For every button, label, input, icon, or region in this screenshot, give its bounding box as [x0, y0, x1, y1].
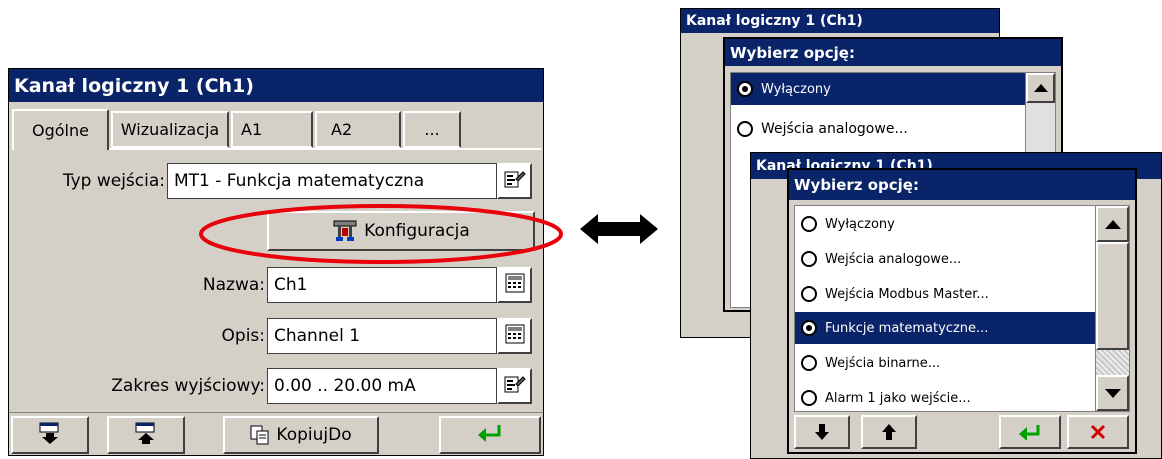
radio-unselected-icon [801, 355, 817, 371]
front-down-button[interactable] [794, 415, 850, 449]
back-dialog-title-bar: Wybierz opcję: [725, 39, 1061, 66]
calculator-icon [505, 273, 525, 297]
output-range-field[interactable]: 0.00 .. 20.00 mA [267, 368, 497, 404]
triangle-up-icon [1033, 84, 1048, 92]
tab-visualization-label: Wizualizacja [120, 120, 220, 139]
window-title: Kanał logiczny 1 (Ch1) [14, 74, 254, 97]
radio-unselected-icon [801, 251, 817, 267]
input-type-field[interactable]: MT1 - Funkcja matematyczna [167, 163, 497, 199]
tab-more[interactable]: ... [403, 111, 461, 148]
triangle-down-icon [1104, 388, 1121, 398]
description-field[interactable]: Channel 1 [267, 318, 497, 354]
radio-unselected-icon [801, 216, 817, 232]
copy-to-button[interactable]: KopiujDo [223, 416, 379, 454]
window-up-icon [134, 421, 158, 449]
output-range-label: Zakres wyjściowy: [111, 376, 265, 396]
tab-a1-label: A1 [241, 120, 263, 139]
back-parent-title: Kanał logiczny 1 (Ch1) [686, 13, 863, 29]
name-value: Ch1 [274, 275, 308, 295]
back-option-off[interactable]: Wyłączony [731, 73, 1025, 105]
radio-selected-icon [801, 320, 817, 336]
front-scroll-up-button[interactable] [1096, 206, 1129, 242]
calculator-icon [505, 324, 525, 348]
tab-a2-label: A2 [331, 120, 353, 139]
enter-icon [476, 423, 504, 447]
front-option-analog-inputs[interactable]: Wejścia analogowe... [795, 243, 1095, 275]
front-option-math-functions[interactable]: Funkcje matematyczne... [795, 312, 1095, 344]
tab-a1[interactable]: A1 [231, 111, 313, 148]
front-dialog-title-bar: Wybierz opcję: [789, 170, 1135, 200]
radio-unselected-icon [737, 121, 753, 137]
input-type-properties-button[interactable] [497, 163, 532, 199]
triangle-up-icon [1104, 219, 1121, 229]
back-parent-title-bar: Kanał logiczny 1 (Ch1) [681, 9, 999, 33]
back-scroll-up-button[interactable] [1026, 73, 1055, 103]
front-option-alarm1-input-label: Alarm 1 jako wejście... [825, 390, 971, 406]
back-option-analog-inputs-label: Wejścia analogowe... [761, 121, 908, 137]
bottom-toolbar: KopiujDo [9, 412, 543, 455]
description-keyboard-button[interactable] [497, 318, 532, 354]
front-scrollbar[interactable] [1095, 206, 1129, 411]
radio-unselected-icon [801, 390, 817, 406]
front-option-analog-inputs-label: Wejścia analogowe... [825, 251, 962, 267]
input-type-value: MT1 - Funkcja matematyczna [174, 171, 425, 191]
properties-icon [504, 169, 526, 193]
front-option-off-label: Wyłączony [825, 216, 895, 232]
tab-a2[interactable]: A2 [315, 111, 401, 148]
arrow-up-icon [882, 424, 896, 440]
front-option-binary-inputs[interactable]: Wejścia binarne... [795, 347, 1095, 379]
front-cancel-button[interactable] [1067, 415, 1129, 449]
name-field[interactable]: Ch1 [267, 267, 497, 303]
front-up-button[interactable] [861, 415, 917, 449]
highlight-ellipse [199, 204, 563, 264]
front-scroll-thumb[interactable] [1096, 242, 1129, 350]
front-option-math-functions-label: Funkcje matematyczne... [825, 320, 989, 336]
radio-unselected-icon [801, 286, 817, 302]
move-down-button[interactable] [11, 416, 89, 454]
properties-icon [504, 374, 526, 398]
name-label: Nazwa: [202, 275, 265, 295]
tab-general[interactable]: Ogólne [12, 109, 109, 150]
tab-general-label: Ogólne [32, 121, 89, 140]
front-option-modbus-master[interactable]: Wejścia Modbus Master... [795, 278, 1095, 310]
arrow-down-icon [815, 424, 829, 440]
front-scroll-down-button[interactable] [1096, 375, 1129, 411]
radio-selected-icon [737, 81, 753, 97]
enter-icon [1018, 424, 1042, 440]
move-up-button[interactable] [107, 416, 185, 454]
front-dialog-title: Wybierz opcję: [794, 176, 919, 194]
copy-icon [250, 425, 270, 445]
front-option-alarm1-input[interactable]: Alarm 1 jako wejście... [795, 382, 1095, 411]
description-value: Channel 1 [274, 326, 361, 346]
back-dialog-title: Wybierz opcję: [730, 43, 855, 62]
front-option-modbus-master-label: Wejścia Modbus Master... [825, 286, 989, 302]
tab-strip-line [109, 148, 541, 150]
tab-visualization[interactable]: Wizualizacja [111, 111, 229, 148]
input-type-label: Typ wejścia: [62, 171, 165, 191]
double-arrow-icon [580, 214, 658, 244]
output-range-value: 0.00 .. 20.00 mA [274, 376, 416, 396]
front-option-list: Wyłączony Wejścia analogowe... Wejścia M… [794, 205, 1130, 412]
window-down-icon [38, 421, 62, 449]
front-option-off[interactable]: Wyłączony [795, 208, 1095, 240]
tab-more-label: ... [424, 120, 440, 139]
output-range-properties-button[interactable] [497, 368, 532, 404]
window-title-bar: Kanał logiczny 1 (Ch1) [9, 69, 543, 102]
back-option-analog-inputs[interactable]: Wejścia analogowe... [731, 113, 1025, 145]
front-option-binary-inputs-label: Wejścia binarne... [825, 355, 941, 371]
front-option-dialog: Wybierz opcję: Wyłączony Wejścia analogo… [787, 168, 1137, 454]
name-keyboard-button[interactable] [497, 267, 532, 303]
cancel-x-icon [1090, 424, 1106, 440]
description-label: Opis: [221, 326, 265, 346]
enter-button[interactable] [439, 416, 541, 454]
back-option-off-label: Wyłączony [761, 81, 831, 97]
front-enter-button[interactable] [999, 415, 1061, 449]
copy-to-button-label: KopiujDo [276, 425, 352, 445]
